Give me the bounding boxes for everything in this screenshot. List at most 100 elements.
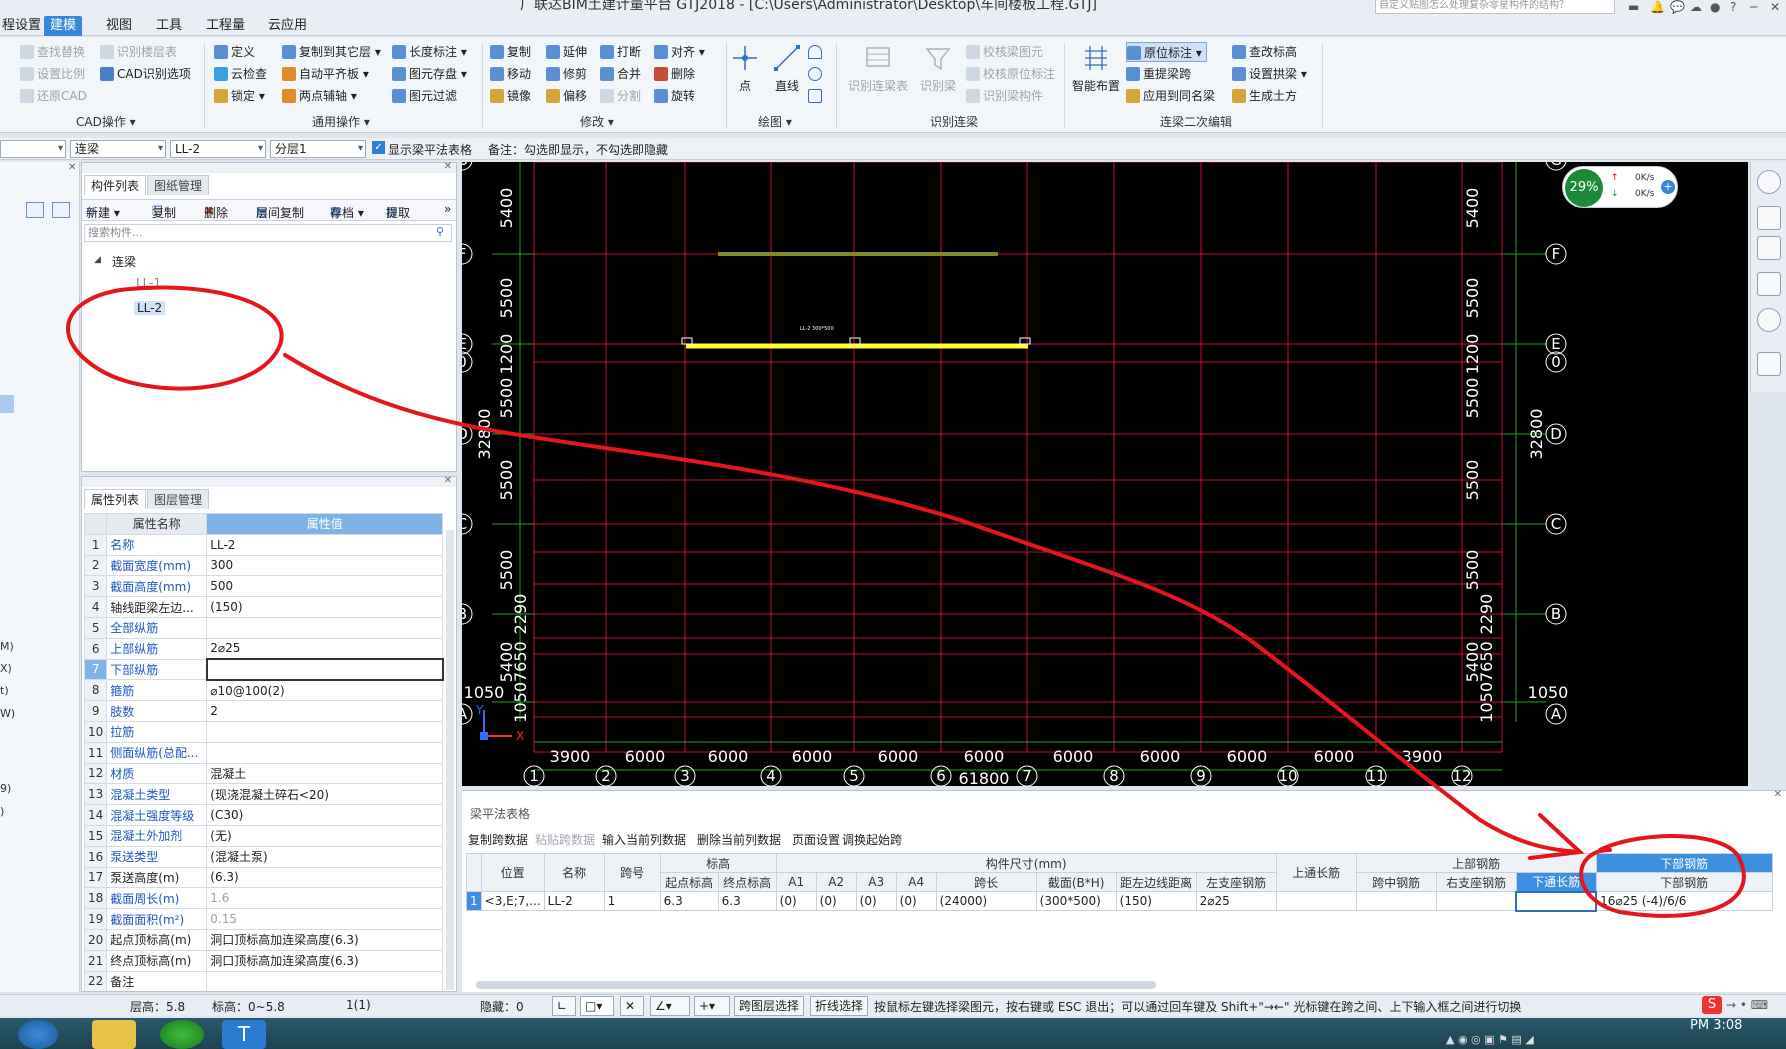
recognize-floor-table-button[interactable]: 识别楼层表 [100,42,177,62]
vertical-scrollbar[interactable] [446,530,454,990]
recognize-beam-table-button[interactable]: 识别连梁表 [844,43,912,94]
property-value[interactable]: 混凝土 [206,762,444,785]
split-button[interactable]: 分割 [600,86,641,106]
check-annotation-button[interactable]: 校核原位标注 [966,64,1055,84]
tree-item[interactable]: LL-1 [136,276,161,290]
rotate-view-icon[interactable] [1757,308,1781,332]
check-elevation-button[interactable]: 查改标高 [1232,42,1297,62]
group-label-modify[interactable]: 修改 ▾ [580,113,614,130]
ortho-icon[interactable]: ∟ [552,996,576,1016]
property-value[interactable] [206,720,444,743]
menu-tools[interactable]: 工具 [150,16,188,36]
menu-view[interactable]: 视图 [100,16,138,36]
table-row[interactable]: 2 截面宽度(mm) 300 [83,554,444,577]
property-value[interactable] [206,741,444,764]
cell-top-through[interactable]: 2⌀25 [1195,891,1277,911]
tab-property-list[interactable]: 属性列表 [84,489,147,509]
table-row[interactable]: 1 <3,E;7,... LL-2 1 6.3 6.3 (0) (0) (0) … [466,890,1773,912]
cloud-check-button[interactable]: 云检查 [214,64,267,84]
property-value[interactable]: (现浇混凝土碎石<20) [206,783,444,806]
arc-tool-button[interactable] [808,42,824,62]
close-icon[interactable]: ✕ [444,161,452,172]
cell-a3[interactable]: (0) [855,891,897,911]
beam-grip[interactable] [849,337,861,345]
bell-icon[interactable]: 🔔 [1650,0,1665,14]
cloud-icon[interactable]: ☁ [1690,0,1702,14]
cell-span-length[interactable]: (24000) [935,891,1037,911]
lock-button[interactable]: 锁定 ▾ [214,86,265,106]
delete-column-data-button[interactable]: 删除当前列数据 [697,831,781,848]
point-tool-button[interactable]: 点 [730,43,760,94]
browser-icon[interactable] [160,1020,204,1049]
smart-layout-button[interactable]: 智能布置 [1070,43,1122,94]
tab-layer-management[interactable]: 图层管理 [147,489,210,509]
group-label-draw[interactable]: 绘图 ▾ [758,113,792,130]
layer-select[interactable]: 分层1 [270,140,366,158]
set-arch-beam-button[interactable]: 设置拱梁 ▾ [1232,64,1307,84]
recognize-beam-component-button[interactable]: 识别梁构件 [966,86,1043,106]
property-value[interactable]: (混凝土泵) [206,845,444,868]
in-situ-annotation-button[interactable]: 原位标注 ▾ [1126,42,1207,62]
find-replace-button[interactable]: 查找替换 [20,42,85,62]
layout-view-icon[interactable] [1757,352,1781,376]
table-row[interactable]: 10 拉筋 [83,720,444,743]
property-value[interactable]: 500 [206,575,444,598]
gtj-app-icon[interactable]: T [222,1020,266,1049]
property-value[interactable]: (无) [206,824,444,847]
property-value[interactable]: 洞口顶标高加连梁高度(6.3) [206,949,444,972]
save-element-button[interactable]: 图元存盘 ▾ [392,64,467,84]
property-value[interactable]: LL-2 [206,533,444,556]
trim-button[interactable]: 修剪 [546,64,587,84]
horizontal-scrollbar[interactable] [476,981,1156,989]
ime-settings-icon[interactable]: → • ⌨ [1726,998,1768,1012]
table-row[interactable]: 12 材质 混凝土 [83,762,444,785]
drawing-canvas[interactable]: LL-2 300*500 G F E 0 D C B A G F E 0 D C… [462,162,1748,786]
break-button[interactable]: 打断 [600,42,641,62]
cell-a4[interactable]: (0) [895,891,937,911]
show-table-checkbox[interactable]: ✓ [372,141,385,154]
rotate-button[interactable]: 旋转 [654,86,695,106]
property-value[interactable]: 300 [206,554,444,577]
tab-drawing-management[interactable]: 图纸管理 [147,175,210,195]
copy-span-data-button[interactable]: 复制跨数据 [468,831,528,848]
property-value[interactable] [206,616,444,639]
element-filter-button[interactable]: 图元过滤 [392,86,457,106]
cell-left-support[interactable] [1275,891,1357,911]
table-row[interactable]: 8 箍筋 ⌀10@100(2) [83,679,444,702]
table-row[interactable]: 6 上部纵筋 2⌀25 [83,637,444,660]
recognize-beam-button[interactable]: 识别梁 [916,43,960,94]
property-value[interactable]: 洞口顶标高加连梁高度(6.3) [206,928,444,951]
cell-span-no[interactable]: 1 [603,891,661,911]
help-search-input[interactable]: 自定义贴图怎么处理复杂零星构件的结构？ [1375,0,1615,14]
search-icon[interactable]: ⚲ [436,225,444,238]
table-row[interactable]: 1 名称 LL-2 [83,533,444,556]
table-row[interactable]: 17 泵送高度(m) (6.3) [83,866,444,889]
view-cube-icon[interactable] [1757,170,1781,194]
menu-cloud[interactable]: 云应用 [262,16,313,36]
top-view-icon[interactable] [1757,236,1781,260]
plus-icon[interactable]: + [1661,180,1675,194]
copy-to-floor-button[interactable]: 复制到其它层 ▾ [282,42,381,62]
table-row[interactable]: 4 轴线距梁左边... (150) [83,596,444,618]
extend-button[interactable]: 延伸 [546,42,587,62]
table-row[interactable]: 21 终点顶标高(m) 洞口顶标高加连梁高度(6.3) [83,949,444,972]
table-row[interactable]: 9 肢数 2 [83,700,444,722]
menu-modeling[interactable]: 建模 [44,16,83,36]
table-row[interactable]: 20 起点顶标高(m) 洞口顶标高加连梁高度(6.3) [83,928,444,951]
table-row[interactable]: 13 混凝土类型 (现浇混凝土碎石<20) [83,783,444,806]
restore-cad-button[interactable]: 还原CAD [20,86,87,106]
cross-layer-select-button[interactable]: 跨图层选择 [734,996,805,1016]
more-button[interactable]: » [444,202,451,216]
two-point-axis-button[interactable]: 两点辅轴 ▾ [282,86,357,106]
cell-name[interactable]: LL-2 [543,891,605,911]
cell-start-elev[interactable]: 6.3 [659,891,719,911]
table-row[interactable]: 18 截面周长(m) 1.6 [83,887,444,910]
close-icon[interactable]: ✕ [68,162,76,173]
cell-a2[interactable]: (0) [815,891,857,911]
cell-position[interactable]: <3,E;7,... [480,891,545,911]
service-icon[interactable]: ● [1710,0,1720,14]
tray-icons[interactable]: ▲ ◉ ◎ ▣ ⚑ ▤ ◢ [1446,1033,1534,1046]
paste-span-data-button[interactable]: 粘贴跨数据 [535,831,595,848]
cross-select-icon[interactable]: ✕ [620,996,644,1016]
beam-grip[interactable] [1019,337,1031,345]
